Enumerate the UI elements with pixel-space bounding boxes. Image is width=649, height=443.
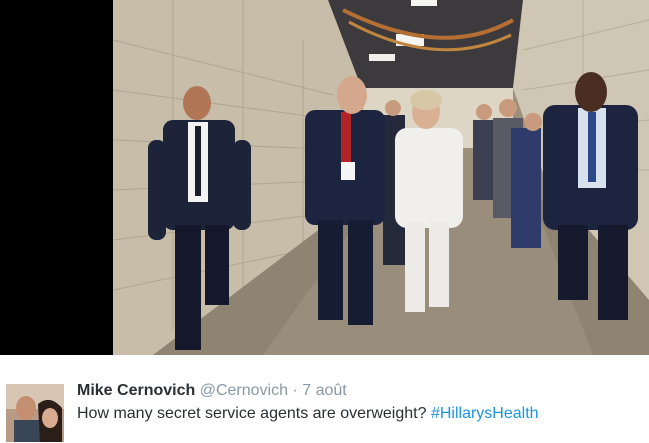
tweet-body: How many secret service agents are overw… [77,405,427,422]
avatar[interactable] [6,384,64,442]
tweet-date[interactable]: 7 août [302,382,346,399]
letterbox-bar [0,0,113,355]
tweet-text: How many secret service agents are overw… [77,404,539,424]
author-handle[interactable]: @Cernovich [200,382,288,399]
separator-dot: · [292,382,298,399]
hashtag-link[interactable]: #HillarysHealth [431,405,539,422]
author-name[interactable]: Mike Cernovich [77,382,195,399]
avatar-image [6,384,64,442]
tweet-photo[interactable] [113,0,649,355]
tweet-header: Mike Cernovich @Cernovich · 7 août [77,381,347,401]
hallway-photo-illustration [113,0,649,355]
